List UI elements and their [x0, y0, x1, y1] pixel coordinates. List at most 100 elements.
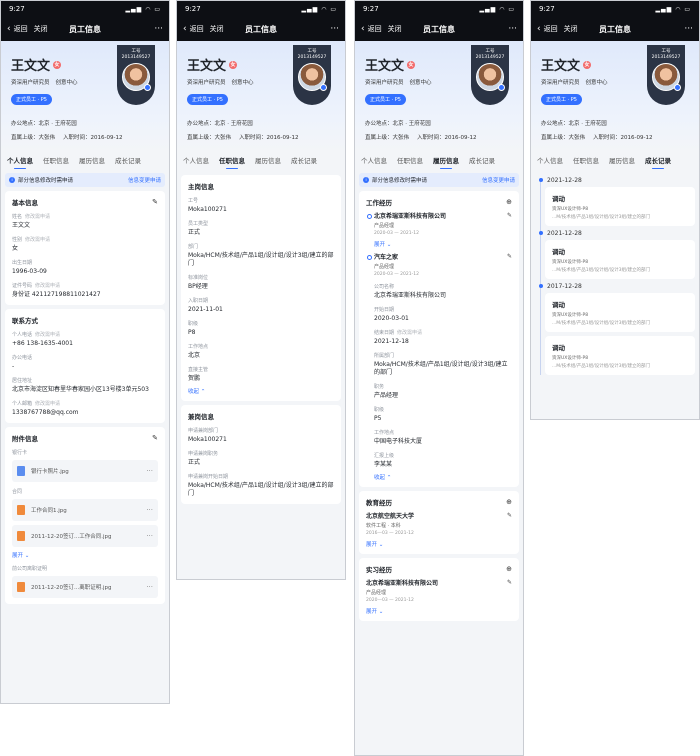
- tab-growth[interactable]: 成长记录: [469, 155, 495, 169]
- field-label: 姓名 修改需申请: [12, 213, 158, 220]
- status-bar: 9:27 ▂▄▆ ◠ ▭: [177, 1, 345, 17]
- back-chevron-icon[interactable]: ‹: [183, 24, 187, 34]
- camera-icon[interactable]: [144, 84, 151, 91]
- field-label: 职级: [374, 406, 512, 413]
- close-link[interactable]: 关闭: [388, 24, 402, 34]
- tab-resume[interactable]: 履历信息: [79, 155, 105, 169]
- field-value: 2021-11-01: [188, 306, 223, 313]
- expand-link[interactable]: 展开 ⌄: [12, 551, 158, 559]
- timeline-card[interactable]: 调动 资深UX设计师-P8 ...M/技术组/产品1组/设计组/设计3组/建立的部门: [545, 336, 695, 375]
- field-value: 女: [12, 245, 19, 252]
- gender-badge: 女: [407, 60, 416, 69]
- add-icon[interactable]: ⊕: [506, 565, 512, 573]
- tab-personal[interactable]: 个人信息: [537, 155, 563, 169]
- file-more-icon[interactable]: ···: [146, 583, 153, 591]
- tab-growth[interactable]: 成长记录: [291, 155, 317, 169]
- back-link[interactable]: 返回: [544, 24, 558, 34]
- tab-growth[interactable]: 成长记录: [115, 155, 141, 169]
- more-icon[interactable]: ···: [508, 24, 517, 34]
- file-name: 银行卡照片.jpg: [31, 469, 69, 475]
- nav-bar: ‹ 返回 关闭 员工信息 ···: [1, 17, 169, 41]
- attachments-card: 附件信息 ✎ 银行卡 银行卡照片.jpg ··· 合同 工作合同1.jpg ··· 2011-1…: [5, 427, 165, 604]
- edit-icon[interactable]: ✎: [507, 512, 512, 519]
- field-value: -: [12, 363, 15, 370]
- field-label-text: 员工类型: [188, 221, 209, 227]
- file-more-icon[interactable]: ···: [146, 506, 153, 514]
- expand-link[interactable]: 展开 ⌄: [374, 240, 512, 248]
- edit-icon[interactable]: ✎: [152, 434, 158, 442]
- direct-manager: 直属上级：大张伟: [541, 135, 586, 141]
- field-label: 入职日期: [188, 297, 334, 304]
- field-label: 员工类型: [188, 220, 334, 227]
- file-more-icon[interactable]: ···: [146, 467, 153, 475]
- field-label-text: 申请兼岗职务: [188, 451, 219, 457]
- tab-job[interactable]: 任职信息: [573, 155, 599, 169]
- attachment-file[interactable]: 工作合同1.jpg ···: [12, 499, 158, 521]
- avatar[interactable]: [652, 63, 681, 91]
- tab-job[interactable]: 任职信息: [43, 155, 69, 169]
- close-link[interactable]: 关闭: [210, 24, 224, 34]
- attachment-file[interactable]: 银行卡照片.jpg ···: [12, 460, 158, 482]
- file-more-icon[interactable]: ···: [146, 532, 153, 540]
- expand-link[interactable]: 展开 ⌄: [366, 607, 512, 615]
- field-label: 申请兼岗部门: [188, 427, 334, 434]
- avatar[interactable]: [298, 63, 327, 91]
- edit-icon[interactable]: ✎: [507, 212, 512, 219]
- tab-job[interactable]: 任职信息: [397, 155, 423, 169]
- back-chevron-icon[interactable]: ‹: [361, 24, 365, 34]
- collapse-link[interactable]: 收起 ⌃: [374, 473, 512, 481]
- field-label-text: 居住地址: [12, 378, 33, 384]
- back-chevron-icon[interactable]: ‹: [537, 24, 541, 34]
- expand-link[interactable]: 展开 ⌄: [366, 540, 512, 548]
- camera-icon[interactable]: [674, 84, 681, 91]
- edit-icon[interactable]: ✎: [507, 579, 512, 586]
- edit-icon[interactable]: ✎: [507, 253, 512, 260]
- camera-icon[interactable]: [498, 84, 505, 91]
- timeline-card[interactable]: 调动 资深UX设计师-P8 ...M/技术组/产品1组/设计组/设计3组/建立的部门: [545, 187, 695, 226]
- tab-resume[interactable]: 履历信息: [433, 155, 459, 169]
- profile-name: 王文文: [11, 59, 51, 74]
- tab-personal[interactable]: 个人信息: [7, 155, 33, 169]
- tab-job[interactable]: 任职信息: [219, 155, 245, 169]
- manager-row: 直属上级：大张伟 入职时间：2016-09-12: [541, 133, 689, 141]
- internship-title-text: 实习经历: [366, 566, 392, 574]
- edit-icon[interactable]: ✎: [152, 198, 158, 206]
- office-location: 办公地点：北京 · 王府花园: [11, 121, 77, 127]
- chevron-up-icon: ⌃: [385, 475, 392, 481]
- more-icon[interactable]: ···: [330, 24, 339, 34]
- tab-resume[interactable]: 履历信息: [609, 155, 635, 169]
- tab-personal[interactable]: 个人信息: [361, 155, 387, 169]
- timeline-card[interactable]: 调动 资深UX设计师-P8 ...M/技术组/产品1组/设计组/设计3组/建立的部门: [545, 293, 695, 332]
- back-link[interactable]: 返回: [368, 24, 382, 34]
- field-label: 性别 修改需申请: [12, 236, 158, 243]
- attachment-file[interactable]: 2011-12-20签订...离职证明.jpg ···: [12, 576, 158, 598]
- phone-screen-personal-info: 9:27 ▂▄▆ ◠ ▭ ‹ 返回 关闭 员工信息 ··· 王文文女资深用户研究员 创意中心 正式…: [0, 0, 170, 704]
- more-icon[interactable]: ···: [154, 24, 163, 34]
- add-icon[interactable]: ⊕: [506, 198, 512, 206]
- add-icon[interactable]: ⊕: [506, 498, 512, 506]
- more-icon[interactable]: ···: [684, 24, 693, 34]
- timeline-card[interactable]: 调动 资深UX设计师-P8 ...M/技术组/产品1组/设计组/设计3组/建立的部门: [545, 240, 695, 279]
- education-card: 教育经历 ⊕ 北京航空航天大学 ✎ 软件工程 · 本科 2016—03 — 2021-12…: [359, 491, 519, 554]
- badge-label: 工号: [131, 49, 141, 54]
- attachment-file[interactable]: 2011-12-20签订...工作合同.jpg ···: [12, 525, 158, 547]
- back-link[interactable]: 返回: [14, 24, 28, 34]
- close-link[interactable]: 关闭: [564, 24, 578, 34]
- contact-title-text: 联系方式: [12, 317, 38, 325]
- camera-icon[interactable]: [320, 84, 327, 91]
- field-label: 个人邮箱 修改需申请: [12, 400, 158, 407]
- change-request-link[interactable]: 信息变更申请: [128, 176, 161, 184]
- back-chevron-icon[interactable]: ‹: [7, 24, 11, 34]
- close-link[interactable]: 关闭: [34, 24, 48, 34]
- timeline-date: 2017-12-28: [539, 283, 695, 290]
- tab-resume[interactable]: 履历信息: [255, 155, 281, 169]
- employment-status-pill: 正式员工 · P5: [541, 94, 582, 105]
- tab-growth[interactable]: 成长记录: [645, 155, 671, 169]
- profile-name: 王文文: [365, 59, 405, 74]
- collapse-link[interactable]: 收起 ⌃: [188, 387, 334, 395]
- back-link[interactable]: 返回: [190, 24, 204, 34]
- change-request-link[interactable]: 信息变更申请: [482, 176, 515, 184]
- avatar[interactable]: [476, 63, 505, 91]
- avatar[interactable]: [122, 63, 151, 91]
- tab-personal[interactable]: 个人信息: [183, 155, 209, 169]
